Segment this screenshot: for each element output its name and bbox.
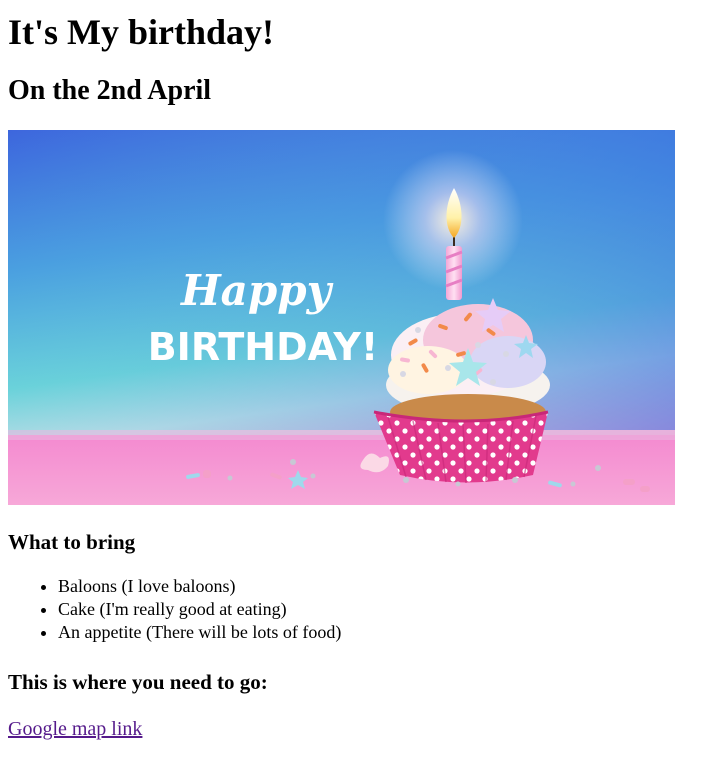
map-link-paragraph: Google map link: [8, 717, 700, 741]
page-title: It's My birthday!: [8, 12, 275, 52]
date-heading: On the 2nd April: [8, 75, 212, 106]
list-item: Cake (I'm really good at eating): [58, 598, 700, 621]
banner-birthday-text: BIRTHDAY!: [148, 325, 379, 369]
birthday-cupcake-image: Happy BIRTHDAY!: [8, 130, 675, 505]
banner-happy-text: Happy: [180, 266, 334, 315]
bring-heading: What to bring: [8, 530, 136, 554]
list-item: Baloons (I love baloons): [58, 575, 700, 598]
page-content: It's My birthday! On the 2nd April Happy…: [0, 10, 708, 741]
list-item: An appetite (There will be lots of food): [58, 621, 700, 644]
bring-list: Baloons (I love baloons) Cake (I'm reall…: [8, 575, 700, 644]
google-map-link[interactable]: Google map link: [8, 718, 142, 740]
directions-heading: This is where you need to go:: [8, 670, 268, 694]
